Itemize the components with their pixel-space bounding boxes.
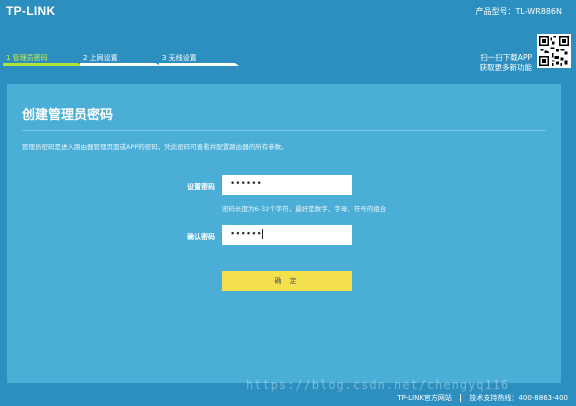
- qr-code-icon: [537, 34, 571, 68]
- step-internet-setup: 2 上网设置: [83, 53, 118, 65]
- app-download-line1: 扫一扫下载APP: [480, 53, 532, 62]
- step-admin-password: 1 管理员密码: [6, 53, 48, 65]
- watermark-text: https://blog.csdn.net/chengyq116: [246, 378, 510, 392]
- confirm-button[interactable]: 确 定: [222, 271, 352, 291]
- app-download-line2: 获取更多新功能: [479, 63, 533, 72]
- product-model: 产品型号：TL-WR886N: [475, 7, 563, 16]
- password-input[interactable]: ••••••: [222, 175, 352, 195]
- step-progress-bar: [159, 63, 239, 66]
- step-progress-bar: [80, 63, 160, 66]
- divider: [22, 130, 546, 131]
- support-hotline: 技术支持热线：400-8863-400: [469, 394, 568, 402]
- app-download-text: 扫一扫下载APP 获取更多新功能: [480, 53, 533, 73]
- footer-separator: [460, 394, 462, 402]
- header: TP-LINK 产品型号：TL-WR886N 1 管理员密码 2 上网设置 3 …: [0, 0, 576, 82]
- password-label: 设置密码: [187, 183, 215, 191]
- step-wireless-setup: 3 无线设置: [162, 53, 197, 65]
- footer: TP-LINK官方网站 技术支持热线：400-8863-400: [0, 391, 576, 406]
- confirm-password-value: ••••••: [230, 229, 262, 240]
- step-label: 1 管理员密码: [6, 54, 48, 62]
- step-label: 3 无线设置: [162, 54, 197, 62]
- official-site-link[interactable]: TP-LINK官方网站: [397, 394, 452, 402]
- step-progress-bar: [3, 63, 82, 66]
- confirm-password-input[interactable]: ••••••: [222, 225, 352, 245]
- confirm-password-label: 确认密码: [187, 233, 215, 241]
- tp-link-logo: TP-LINK: [6, 4, 56, 18]
- description-text: 管理员密码是进入路由器管理页面或APP的密码，凭此密码可查看并配置路由器的所有参…: [22, 143, 288, 151]
- password-hint: 密码长度为6-32个字符，最好是数字、字母、符号的组合: [222, 205, 387, 213]
- page-title: 创建管理员密码: [22, 108, 114, 123]
- step-label: 2 上网设置: [83, 54, 118, 62]
- password-value: ••••••: [230, 179, 262, 189]
- setup-panel: 创建管理员密码 管理员密码是进入路由器管理页面或APP的密码，凭此密码可查看并配…: [7, 84, 561, 383]
- text-caret: [261, 229, 263, 239]
